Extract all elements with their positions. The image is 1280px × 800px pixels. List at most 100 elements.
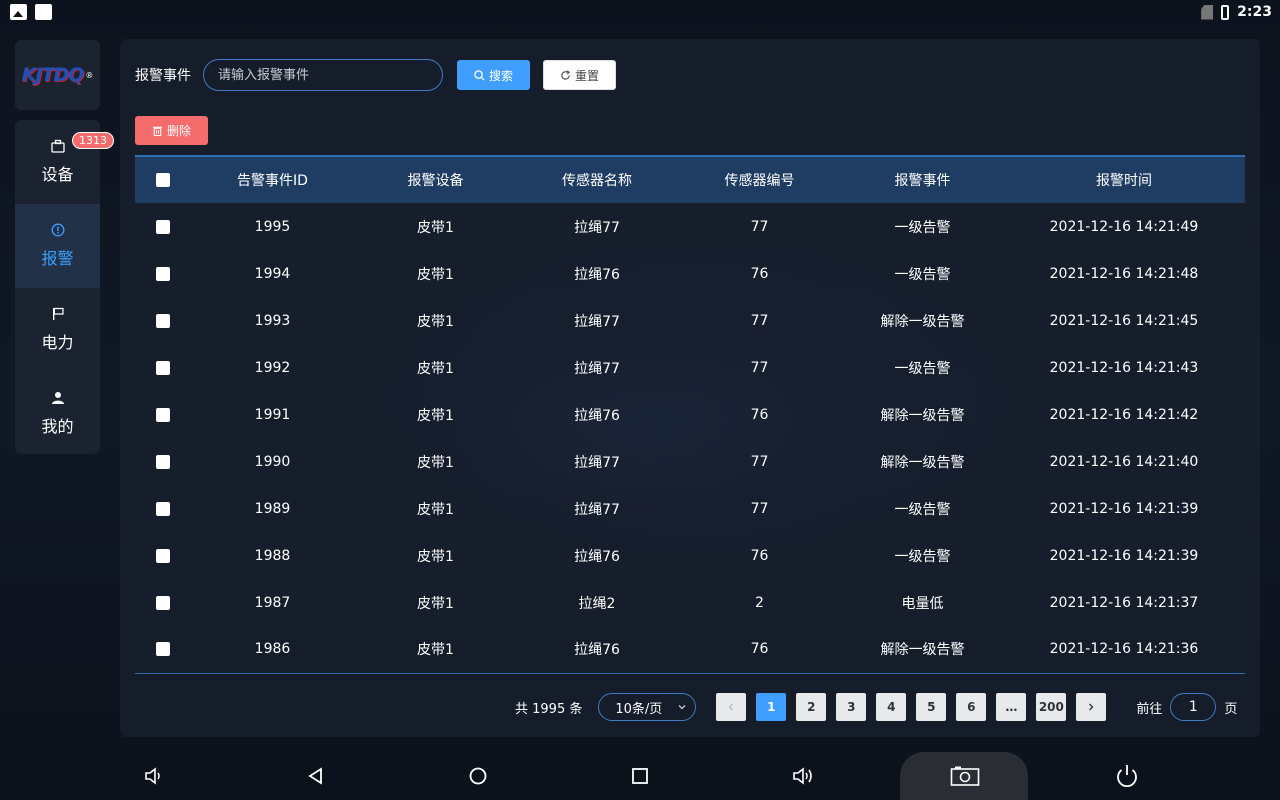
screenshot-icon[interactable] [950,764,980,788]
cell-event-id: 1990 [254,453,291,470]
table-row[interactable]: 1993 皮带1 拉绳77 77 解除一级告警 2021-12-16 14:21… [135,297,1245,344]
cell-sensor-number: 77 [750,359,769,376]
android-status-bar: 2:23 [0,0,1280,24]
column-header[interactable]: 告警事件ID [191,156,354,203]
cell-sensor-number: 2 [755,594,764,611]
cell-time: 2021-12-16 14:21:45 [1049,312,1199,329]
cell-time: 2021-12-16 14:21:39 [1049,547,1199,564]
image-notification-icon [10,4,27,20]
cell-event-id: 1989 [254,500,291,517]
row-checkbox[interactable] [156,501,170,516]
cell-time: 2021-12-16 14:21:39 [1049,500,1199,517]
select-all-checkbox[interactable] [156,173,170,187]
row-checkbox[interactable] [156,313,170,328]
cell-sensor-name: 拉绳77 [574,360,620,377]
android-navigation-bar [0,752,1280,800]
row-checkbox[interactable] [156,548,170,563]
cell-sensor-name: 拉绳2 [578,595,616,612]
row-checkbox[interactable] [156,642,170,657]
cell-time: 2021-12-16 14:21:40 [1049,453,1199,470]
reset-button[interactable]: 重置 [543,60,616,90]
back-icon[interactable] [304,764,328,788]
total-count: 共 1995 条 [515,701,583,717]
page-button[interactable]: 5 [916,693,947,721]
cell-time: 2021-12-16 14:21:37 [1049,594,1199,611]
page-button[interactable]: 1 [756,693,787,721]
power-icon[interactable] [1113,762,1141,790]
cell-device: 皮带1 [417,313,454,330]
nav-item-alarm[interactable]: 报警 [15,204,100,288]
row-checkbox[interactable] [156,595,170,610]
row-checkbox[interactable] [156,266,170,281]
page-button[interactable]: 200 [1036,693,1067,721]
cell-sensor-number: 77 [750,500,769,517]
search-button[interactable]: 搜索 [457,60,530,90]
cell-event-id: 1987 [254,594,291,611]
table-row[interactable]: 1989 皮带1 拉绳77 77 一级告警 2021-12-16 14:21:3… [135,485,1245,532]
row-checkbox[interactable] [156,407,170,422]
nav-item-mine[interactable]: 我的 [15,372,100,456]
nav-item-power[interactable]: 电力 [15,288,100,372]
search-label: 报警事件 [135,68,191,84]
column-header[interactable]: 报警设备 [354,156,517,203]
recent-apps-icon[interactable] [628,764,652,788]
table-row[interactable]: 1991 皮带1 拉绳76 76 解除一级告警 2021-12-16 14:21… [135,391,1245,438]
page-button[interactable]: 6 [956,693,987,721]
cell-sensor-number: 76 [750,406,769,423]
alarm-panel: 报警事件 搜索 重置 删除 告警事件ID 报警设备 传感器名称 传感器编号 报警… [120,39,1260,737]
cell-sensor-number: 77 [750,453,769,470]
cell-event-id: 1991 [254,406,291,423]
column-header[interactable]: 传感器编号 [677,156,842,203]
cell-sensor-number: 76 [750,547,769,564]
cell-event: 解除一级告警 [880,454,965,471]
cell-event: 解除一级告警 [880,313,965,330]
goto-suffix: 页 [1224,701,1238,717]
row-checkbox[interactable] [156,360,170,375]
table-row[interactable]: 1990 皮带1 拉绳77 77 解除一级告警 2021-12-16 14:21… [135,438,1245,485]
table-row[interactable]: 1995 皮带1 拉绳77 77 一级告警 2021-12-16 14:21:4… [135,203,1245,250]
cell-event-id: 1986 [254,641,291,658]
delete-button-label: 删除 [166,124,191,138]
nav-item-device[interactable]: 设备 1313 [15,120,114,204]
alert-circle-icon [51,223,65,239]
battery-charging-icon [1221,4,1230,20]
row-checkbox[interactable] [156,219,170,234]
goto-page-input[interactable]: 1 [1170,693,1217,721]
more-pages-button[interactable]: … [996,693,1027,721]
alarm-table: 告警事件ID 报警设备 传感器名称 传感器编号 报警事件 报警时间 1995 皮… [135,155,1245,674]
table-row[interactable]: 1994 皮带1 拉绳76 76 一级告警 2021-12-16 14:21:4… [135,250,1245,297]
cell-device: 皮带1 [417,407,454,424]
table-row[interactable]: 1986 皮带1 拉绳76 76 解除一级告警 2021-12-16 14:21… [135,626,1245,673]
cell-event-id: 1994 [254,265,291,282]
delete-button[interactable]: 删除 [135,116,208,145]
next-page-button[interactable] [1076,693,1107,721]
cell-time: 2021-12-16 14:21:49 [1049,218,1199,235]
cell-event: 一级告警 [894,501,951,518]
column-header[interactable]: 传感器名称 [517,156,677,203]
table-row[interactable]: 1992 皮带1 拉绳77 77 一级告警 2021-12-16 14:21:4… [135,344,1245,391]
table-header-row: 告警事件ID 报警设备 传感器名称 传感器编号 报警事件 报警时间 [135,156,1245,203]
cell-event-id: 1988 [254,547,291,564]
page-button[interactable]: 2 [796,693,827,721]
page-size-select[interactable]: 10条/页 [598,693,697,721]
goto-label: 前往 [1136,701,1163,717]
column-header[interactable]: 报警时间 [1003,156,1245,203]
cell-device: 皮带1 [417,454,454,471]
cell-event: 一级告警 [894,548,951,565]
trash-icon [152,126,163,136]
cell-device: 皮带1 [417,642,454,659]
column-header[interactable]: 报警事件 [842,156,1003,203]
table-row[interactable]: 1987 皮带1 拉绳2 2 电量低 2021-12-16 14:21:37 [135,579,1245,626]
row-checkbox[interactable] [156,454,170,469]
page-button[interactable]: 4 [876,693,907,721]
cell-sensor-name: 拉绳76 [574,407,620,424]
prev-page-button[interactable] [716,693,747,721]
cell-event-id: 1992 [254,359,291,376]
volume-up-icon[interactable] [790,764,814,788]
cell-event-id: 1993 [254,312,291,329]
volume-down-icon[interactable] [141,764,165,788]
table-row[interactable]: 1988 皮带1 拉绳76 76 一级告警 2021-12-16 14:21:3… [135,532,1245,579]
page-button[interactable]: 3 [836,693,867,721]
alarm-event-search-input[interactable] [203,59,443,91]
home-icon[interactable] [466,764,490,788]
